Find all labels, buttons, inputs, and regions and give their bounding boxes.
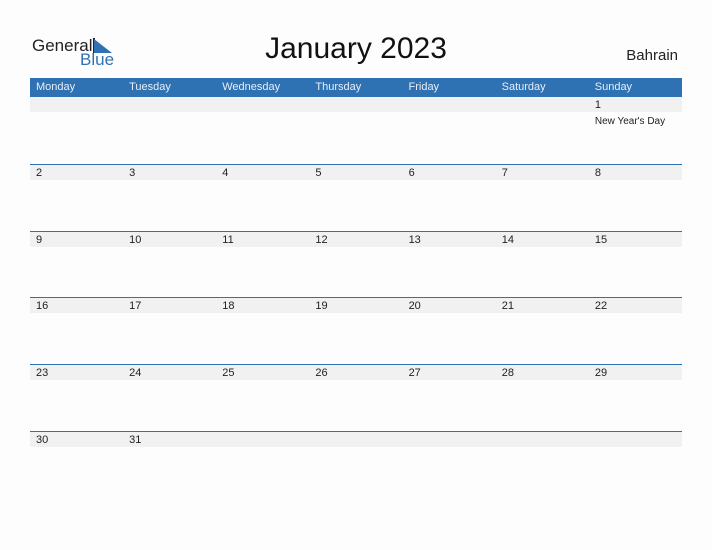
day-cell[interactable]: 29 (589, 364, 682, 430)
day-number: 7 (501, 167, 508, 179)
day-number: 29 (594, 367, 608, 379)
weekday-monday: Monday (36, 81, 76, 93)
weekday-saturday: Saturday (501, 81, 546, 93)
day-cell[interactable]: 18 (216, 297, 309, 363)
day-cell[interactable] (123, 97, 216, 163)
day-number: 16 (36, 300, 49, 312)
week-row: 23 24 25 26 27 28 29 (30, 364, 682, 430)
week-row: 2 3 4 5 6 7 8 (30, 164, 682, 230)
day-cell[interactable] (403, 97, 496, 163)
day-cell[interactable]: 11 (216, 231, 309, 297)
day-cell[interactable] (309, 431, 402, 497)
day-cell[interactable]: 6 (403, 164, 496, 230)
day-cell[interactable]: 8 (589, 164, 682, 230)
day-cell[interactable]: 26 (309, 364, 402, 430)
day-cell[interactable] (216, 97, 309, 163)
day-cell[interactable]: 22 (589, 297, 682, 363)
day-number: 24 (129, 367, 142, 379)
day-number: 22 (594, 300, 608, 312)
day-number: 23 (36, 367, 49, 379)
country-label: Bahrain (626, 47, 678, 64)
week-row: 30 31 (30, 431, 682, 497)
day-number: 4 (222, 167, 229, 179)
day-cell[interactable]: 7 (496, 164, 589, 230)
day-number: 21 (501, 300, 514, 312)
day-cell[interactable]: 12 (309, 231, 402, 297)
day-cell[interactable] (496, 431, 589, 497)
day-cell[interactable]: 20 (403, 297, 496, 363)
day-cell[interactable]: 10 (123, 231, 216, 297)
calendar-title: January 2023 (265, 32, 447, 65)
day-number: 15 (594, 234, 608, 246)
day-cell[interactable]: 1 New Year's Day (589, 97, 682, 163)
day-cell[interactable]: 24 (123, 364, 216, 430)
day-number: 6 (408, 167, 415, 179)
day-cell[interactable]: 17 (123, 297, 216, 363)
day-number: 9 (36, 234, 43, 246)
day-cell[interactable]: 3 (123, 164, 216, 230)
day-number: 27 (408, 367, 421, 379)
day-cell[interactable] (589, 431, 682, 497)
day-cell[interactable]: 25 (216, 364, 309, 430)
day-number: 30 (36, 434, 49, 446)
weekday-thursday: Thursday (315, 81, 362, 93)
day-cell[interactable]: 15 (589, 231, 682, 297)
day-cell[interactable] (496, 97, 589, 163)
day-cell[interactable]: 2 (30, 164, 123, 230)
holiday-label: New Year's Day (594, 116, 666, 127)
week-row: 16 17 18 19 20 21 22 (30, 297, 682, 363)
day-number: 12 (315, 234, 328, 246)
day-cell[interactable]: 30 (30, 431, 123, 497)
day-number: 2 (36, 167, 43, 179)
day-number: 19 (315, 300, 328, 312)
day-cell[interactable]: 27 (403, 364, 496, 430)
day-number: 1 (594, 99, 601, 111)
weekday-wednesday: Wednesday (222, 81, 281, 93)
day-number: 13 (408, 234, 421, 246)
day-number: 14 (501, 234, 514, 246)
day-cell[interactable]: 13 (403, 231, 496, 297)
day-cell[interactable]: 9 (30, 231, 123, 297)
day-number: 8 (594, 167, 601, 179)
day-number: 11 (222, 234, 234, 246)
day-cell[interactable]: 4 (216, 164, 309, 230)
weekday-friday: Friday (408, 81, 440, 93)
day-cell[interactable] (403, 431, 496, 497)
weekday-sunday: Sunday (594, 81, 633, 93)
day-cell[interactable]: 19 (309, 297, 402, 363)
day-cell[interactable] (30, 97, 123, 163)
day-number: 10 (129, 234, 142, 246)
day-number: 20 (408, 300, 421, 312)
week-row: 9 10 11 12 13 14 15 (30, 231, 682, 297)
day-cell[interactable] (309, 97, 402, 163)
day-cell[interactable]: 14 (496, 231, 589, 297)
weekday-tuesday: Tuesday (129, 81, 171, 93)
day-cell[interactable] (216, 431, 309, 497)
day-number: 26 (315, 367, 328, 379)
day-cell[interactable]: 28 (496, 364, 589, 430)
day-number: 31 (129, 434, 142, 446)
week-row: 1 New Year's Day (30, 97, 682, 163)
day-cell[interactable]: 23 (30, 364, 123, 430)
day-number: 5 (315, 167, 322, 179)
day-cell[interactable]: 31 (123, 431, 216, 497)
day-number: 17 (129, 300, 142, 312)
day-number: 18 (222, 300, 235, 312)
day-number: 3 (129, 167, 136, 179)
day-number: 25 (222, 367, 235, 379)
day-cell[interactable]: 16 (30, 297, 123, 363)
day-cell[interactable]: 21 (496, 297, 589, 363)
weekday-header: Monday Tuesday Wednesday Thursday Friday… (30, 78, 682, 97)
day-cell[interactable]: 5 (309, 164, 402, 230)
day-number: 28 (501, 367, 514, 379)
